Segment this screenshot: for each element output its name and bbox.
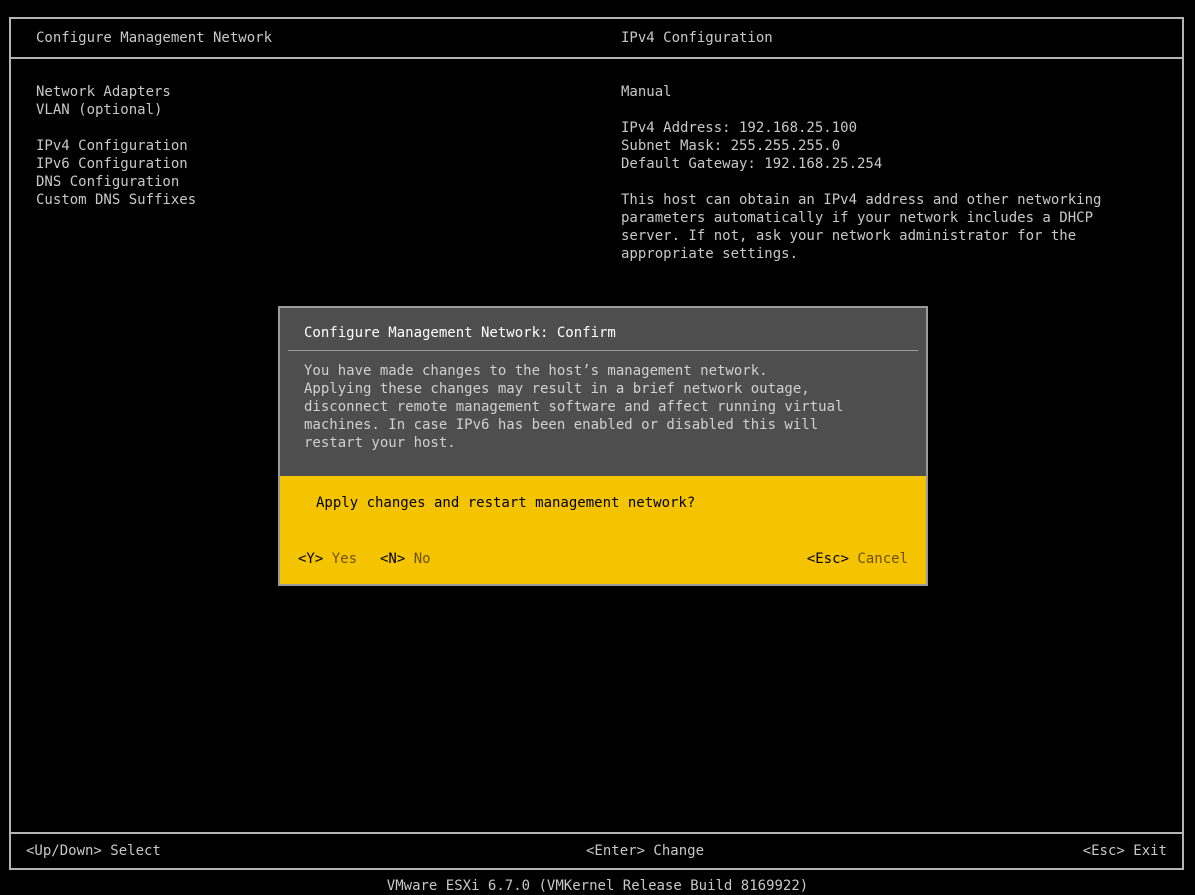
- no-key: <N>: [380, 551, 406, 567]
- help-text-line: server. If not, ask your network adminis…: [621, 228, 1077, 244]
- menu-item-ipv4-configuration[interactable]: IPv4 Configuration: [36, 137, 196, 155]
- cancel-label: Cancel: [857, 551, 908, 567]
- footer-hint-exit[interactable]: <Esc> Exit: [1083, 842, 1167, 860]
- help-text-line: This host can obtain an IPv4 address and…: [621, 192, 1102, 208]
- dialog-message-line: machines. In case IPv6 has been enabled …: [304, 417, 819, 433]
- help-text-line: parameters automatically if your network…: [621, 210, 1094, 226]
- dialog-divider: [288, 350, 918, 351]
- detail-panel: Manual IPv4 Address: 192.168.25.100 Subn…: [621, 83, 1171, 263]
- detail-spacer: [621, 173, 1171, 191]
- menu-spacer: [36, 119, 196, 137]
- dialog-message: You have made changes to the host’s mana…: [304, 362, 914, 452]
- yes-key: <Y>: [298, 551, 324, 567]
- help-text-line: appropriate settings.: [621, 246, 799, 262]
- yes-button[interactable]: <Y> Yes: [298, 550, 357, 568]
- footer-bar: <Up/Down> Select <Enter> Change <Esc> Ex…: [11, 832, 1182, 868]
- detail-spacer: [621, 101, 1171, 119]
- menu-item-vlan[interactable]: VLAN (optional): [36, 101, 196, 119]
- dialog-message-line: You have made changes to the host’s mana…: [304, 363, 768, 379]
- ipv4-address: IPv4 Address: 192.168.25.100: [621, 120, 858, 136]
- ipv4-mode: Manual: [621, 84, 672, 100]
- cancel-button[interactable]: <Esc> Cancel: [807, 550, 908, 568]
- yes-label: Yes: [331, 551, 358, 567]
- subnet-mask: Subnet Mask: 255.255.255.0: [621, 138, 841, 154]
- cancel-key: <Esc>: [806, 551, 849, 567]
- no-label: No: [413, 551, 431, 567]
- dialog-question: Apply changes and restart management net…: [316, 495, 696, 511]
- dialog-action-area: Apply changes and restart management net…: [280, 476, 926, 584]
- confirm-dialog: Configure Management Network: Confirm Yo…: [278, 306, 928, 586]
- screen-title: Configure Management Network: [36, 30, 273, 46]
- footer-hint-change: <Enter> Change: [586, 843, 705, 859]
- version-string: VMware ESXi 6.7.0 (VMKernel Release Buil…: [386, 878, 809, 894]
- footer-hint-select: <Up/Down> Select: [26, 843, 161, 859]
- dialog-message-line: restart your host.: [304, 435, 456, 451]
- default-gateway: Default Gateway: 192.168.25.254: [621, 156, 883, 172]
- menu-item-network-adapters[interactable]: Network Adapters: [36, 83, 196, 101]
- section-title: IPv4 Configuration: [621, 30, 773, 46]
- no-button[interactable]: <N> No: [380, 550, 431, 568]
- menu-item-dns-configuration[interactable]: DNS Configuration: [36, 173, 196, 191]
- dialog-message-line: Applying these changes may result in a b…: [304, 381, 810, 397]
- dialog-message-line: disconnect remote management software an…: [304, 399, 844, 415]
- menu-item-ipv6-configuration[interactable]: IPv6 Configuration: [36, 155, 196, 173]
- dialog-title: Configure Management Network: Confirm: [304, 325, 616, 341]
- menu-list: Network Adapters VLAN (optional) IPv4 Co…: [36, 83, 196, 209]
- menu-item-custom-dns-suffixes[interactable]: Custom DNS Suffixes: [36, 191, 196, 209]
- header-bar: Configure Management Network IPv4 Config…: [11, 19, 1182, 59]
